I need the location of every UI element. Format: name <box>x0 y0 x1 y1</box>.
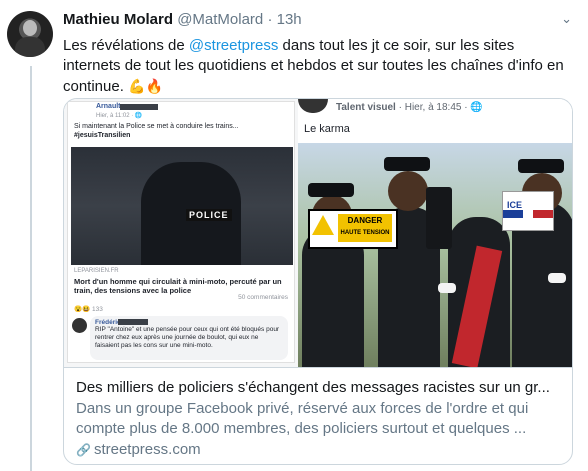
fb-comments-count: 50 commentaires <box>238 294 288 301</box>
fb-comment-name: Frédéric <box>95 319 121 326</box>
pallbearer-hat <box>384 157 430 171</box>
redaction-bar <box>120 104 158 110</box>
fb-meta: Hier, à 11:02 · 🌐 <box>96 113 143 119</box>
meme-caption: Le karma <box>304 123 350 135</box>
danger-line1: DANGER <box>347 216 383 225</box>
meme-screenshot: Talent visuel · Hier, à 18:45 · 🌐 Le kar… <box>298 99 572 367</box>
police-car-image: ICE <box>502 191 554 231</box>
police-tag: POLICE <box>186 209 232 221</box>
fb-comment-text: RIP "Antoine" et une pensée pour ceux qu… <box>95 326 280 349</box>
avatar-head <box>23 20 37 36</box>
fb-post-hashtag: #jesuisTransilien <box>74 132 131 139</box>
tweet-time[interactable]: 13h <box>277 11 302 28</box>
separator-dot: · <box>267 11 273 28</box>
fb-photo: POLICE <box>71 147 293 265</box>
redaction-bar <box>118 319 148 325</box>
tweet-text-before: Les révélations de <box>63 37 189 54</box>
author-avatar[interactable] <box>7 11 53 57</box>
emoji-flex-fire: 💪🔥 <box>128 78 163 94</box>
meme-avatar <box>298 99 328 113</box>
pallbearer-hat <box>518 159 564 173</box>
avatar-body <box>15 37 45 57</box>
card-description[interactable]: Dans un groupe Facebook privé, réservé a… <box>76 399 560 439</box>
author-name[interactable]: Mathieu Molard <box>63 11 173 28</box>
link-icon: 🔗 <box>76 443 91 457</box>
danger-line2: HAUTE TENSION <box>340 230 390 236</box>
fb-link-title: Mort d'un homme qui circulait à mini-mot… <box>74 277 282 295</box>
meme-meta: Hier, à 18:45 · 🌐 <box>404 102 483 113</box>
thread-line <box>30 66 32 471</box>
fb-post-text: Si maintenant la Police se met à conduir… <box>74 122 289 140</box>
meme-group-name: Talent visuel <box>336 102 396 113</box>
tweet-header: Mathieu Molard @MatMolard · 13h ⌄ <box>63 11 578 33</box>
link-card[interactable]: Arnault Hier, à 11:02 · 🌐 Si maintenant … <box>63 98 573 465</box>
fb-post-line1: Si maintenant la Police se met à conduir… <box>74 123 239 130</box>
facebook-post-screenshot: Arnault Hier, à 11:02 · 🌐 Si maintenant … <box>68 102 294 362</box>
fb-reactions: 😮😆 133 <box>74 306 103 313</box>
fb-author: Arnault <box>96 103 121 110</box>
white-glove <box>438 283 456 293</box>
phone-coffin <box>426 187 452 249</box>
danger-label: DANGER HAUTE TENSION <box>338 214 392 242</box>
pallbearer-hat <box>308 183 354 197</box>
meme-header: Talent visuel · Hier, à 18:45 · 🌐 <box>336 102 483 113</box>
author-handle[interactable]: @MatMolard <box>177 11 263 28</box>
meme-photo <box>298 143 572 367</box>
fb-link-source: LEPARISIEN.FR <box>74 268 119 274</box>
card-image[interactable]: Arnault Hier, à 11:02 · 🌐 Si maintenant … <box>64 99 572 367</box>
tweet-text: Les révélations de @streetpress dans tou… <box>63 36 573 97</box>
white-glove <box>548 273 566 283</box>
fb-comment: Frédéric RIP "Antoine" et une pensée pou… <box>90 316 288 360</box>
danger-sign: DANGER HAUTE TENSION <box>308 209 398 249</box>
chevron-down-icon[interactable]: ⌄ <box>561 11 572 27</box>
card-domain-text: streetpress.com <box>93 441 201 458</box>
card-title[interactable]: Des milliers de policiers s'échangent de… <box>76 378 560 398</box>
fb-comment-avatar <box>72 318 87 333</box>
warning-triangle-icon <box>312 215 334 235</box>
police-car-text: ICE <box>507 200 523 210</box>
pallbearer-face <box>388 171 428 211</box>
card-divider <box>64 367 572 368</box>
tricolor-stripe <box>503 210 553 218</box>
mention-link[interactable]: @streetpress <box>189 37 278 54</box>
card-domain[interactable]: 🔗 streetpress.com <box>76 441 201 458</box>
